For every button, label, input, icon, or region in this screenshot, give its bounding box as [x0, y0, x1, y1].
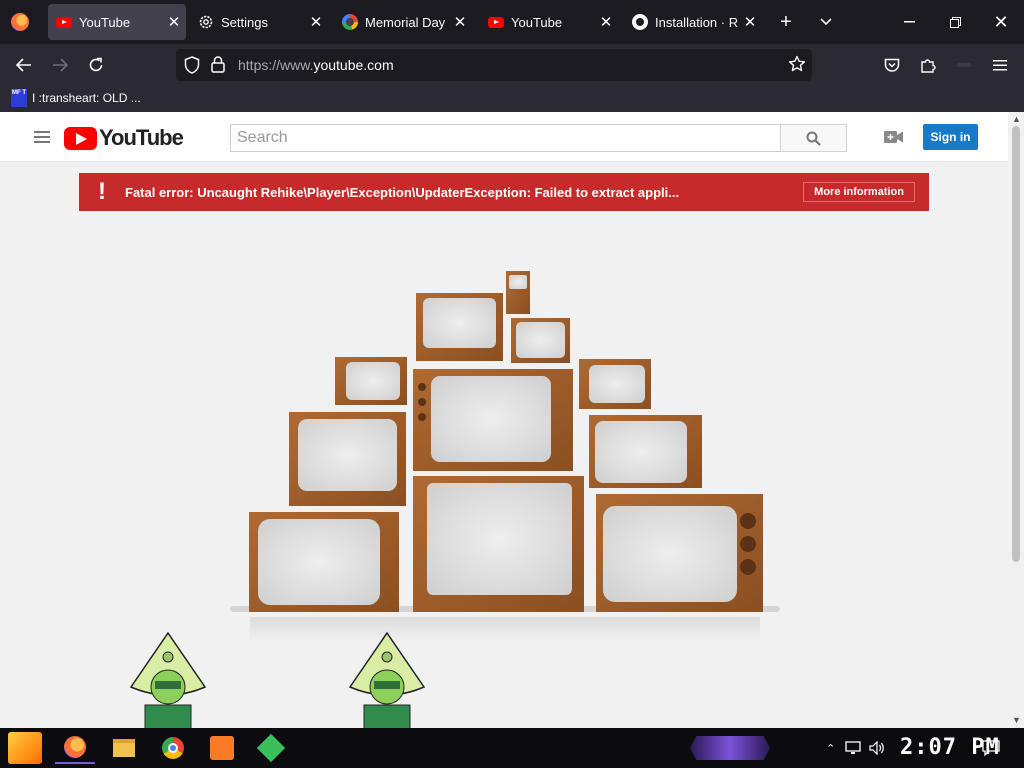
url-text: https://www.youtube.com — [238, 57, 394, 73]
navigation-toolbar: https://www.youtube.com — [0, 44, 1024, 86]
volume-icon[interactable] — [869, 741, 885, 755]
close-icon[interactable]: ✕ — [162, 13, 186, 31]
tab-memorial-day[interactable]: Memorial Day - ✕ — [334, 4, 472, 40]
restore-icon[interactable] — [932, 0, 978, 44]
github-icon — [632, 14, 648, 30]
tab-label: Settings — [221, 14, 268, 30]
network-icon[interactable] — [845, 741, 861, 755]
gear-icon — [198, 14, 214, 30]
error-banner: ! Fatal error: Uncaught Rehike\Player\Ex… — [79, 173, 929, 211]
file-explorer-icon[interactable] — [104, 732, 144, 764]
search-icon — [806, 131, 821, 146]
tab-youtube[interactable]: YouTube ✕ — [480, 4, 618, 40]
more-information-button[interactable]: More information — [803, 182, 915, 202]
youtube-logo[interactable]: YouTube — [64, 125, 184, 151]
show-hidden-icons-chevron-icon[interactable]: ⌃ — [826, 742, 835, 755]
window-close-icon[interactable]: ✕ — [978, 0, 1024, 44]
tab-label: YouTube — [511, 14, 563, 30]
scrollbar-thumb[interactable] — [1012, 126, 1020, 562]
close-icon[interactable]: ✕ — [448, 13, 472, 31]
google-icon — [342, 14, 358, 30]
firefox-taskbar-icon[interactable] — [55, 732, 95, 764]
app-taskbar-icon[interactable] — [251, 732, 291, 764]
start-button[interactable] — [8, 732, 42, 764]
tab-bar: YouTube ✕ Settings ✕ Memorial Day - ✕ Yo… — [0, 0, 1024, 44]
guide-menu-icon[interactable] — [34, 131, 50, 146]
action-center-icon[interactable] — [982, 728, 1000, 768]
close-icon[interactable]: ✕ — [304, 13, 328, 31]
search-box[interactable] — [230, 124, 781, 152]
back-arrow-icon[interactable] — [9, 50, 39, 80]
error-message: Fatal error: Uncaught Rehike\Player\Exce… — [125, 184, 680, 200]
bookmark-item[interactable]: MF T I :transheart: OLD ... — [11, 89, 141, 107]
extension-icon[interactable] — [949, 50, 979, 80]
upload-video-icon[interactable] — [884, 130, 904, 149]
extensions-puzzle-icon[interactable] — [913, 50, 943, 80]
xampp-icon[interactable] — [202, 732, 242, 764]
page-scrollbar[interactable]: ▲ ▼ — [1008, 112, 1024, 728]
youtube-icon — [488, 14, 504, 30]
url-domain: youtube.com — [313, 57, 394, 73]
tracking-protection-shield-icon[interactable] — [184, 56, 200, 79]
chrome-taskbar-icon[interactable] — [153, 732, 193, 764]
search-button[interactable] — [780, 124, 847, 152]
system-tray: ⌃ — [826, 728, 885, 768]
scroll-down-arrow-icon[interactable]: ▼ — [1012, 715, 1021, 725]
broken-tv-stack-illustration — [230, 271, 780, 642]
youtube-icon — [56, 14, 72, 30]
taskbar: ⌃ 2:07 PM — [0, 728, 1024, 768]
tab-label: YouTube — [79, 14, 131, 30]
lock-icon[interactable] — [211, 56, 225, 78]
taskbar-decoration — [690, 736, 770, 760]
close-icon[interactable]: ✕ — [738, 13, 762, 31]
youtube-play-icon — [64, 126, 97, 150]
bookmark-label: I :transheart: OLD ... — [32, 91, 141, 105]
tab-installation[interactable]: Installation · Re ✕ — [624, 4, 762, 40]
cartoon-character-image — [348, 631, 426, 728]
tab-youtube-active[interactable]: YouTube ✕ — [48, 4, 186, 40]
search-input[interactable] — [231, 125, 780, 151]
youtube-header: YouTube Sign in — [0, 112, 1008, 162]
url-prefix: https://www. — [238, 57, 314, 73]
forward-arrow-icon[interactable] — [45, 50, 75, 80]
close-icon[interactable]: ✕ — [594, 13, 618, 31]
error-exclamation-icon: ! — [98, 178, 106, 205]
page-content: YouTube Sign in ▲ ▼ ! Fatal error: Uncau… — [0, 112, 1024, 728]
reload-icon[interactable] — [81, 50, 111, 80]
address-bar[interactable]: https://www.youtube.com — [176, 49, 812, 81]
youtube-logo-text: YouTube — [99, 125, 184, 150]
minimize-icon[interactable] — [886, 0, 932, 44]
tab-settings[interactable]: Settings ✕ — [190, 4, 328, 40]
cartoon-character-image — [129, 631, 207, 728]
bookmark-favicon-icon: MF T — [11, 89, 27, 107]
pocket-icon[interactable] — [877, 50, 907, 80]
scroll-up-arrow-icon[interactable]: ▲ — [1012, 114, 1021, 124]
hamburger-menu-icon[interactable] — [985, 50, 1015, 80]
list-all-tabs-icon[interactable] — [803, 0, 849, 44]
tab-label: Installation · Re — [655, 14, 738, 30]
firefox-menu-icon[interactable] — [11, 13, 29, 31]
bookmark-star-icon[interactable] — [788, 55, 806, 78]
sign-in-button[interactable]: Sign in — [923, 124, 978, 150]
bookmarks-toolbar: MF T I :transheart: OLD ... — [0, 86, 1024, 112]
tab-label: Memorial Day - — [365, 14, 448, 30]
